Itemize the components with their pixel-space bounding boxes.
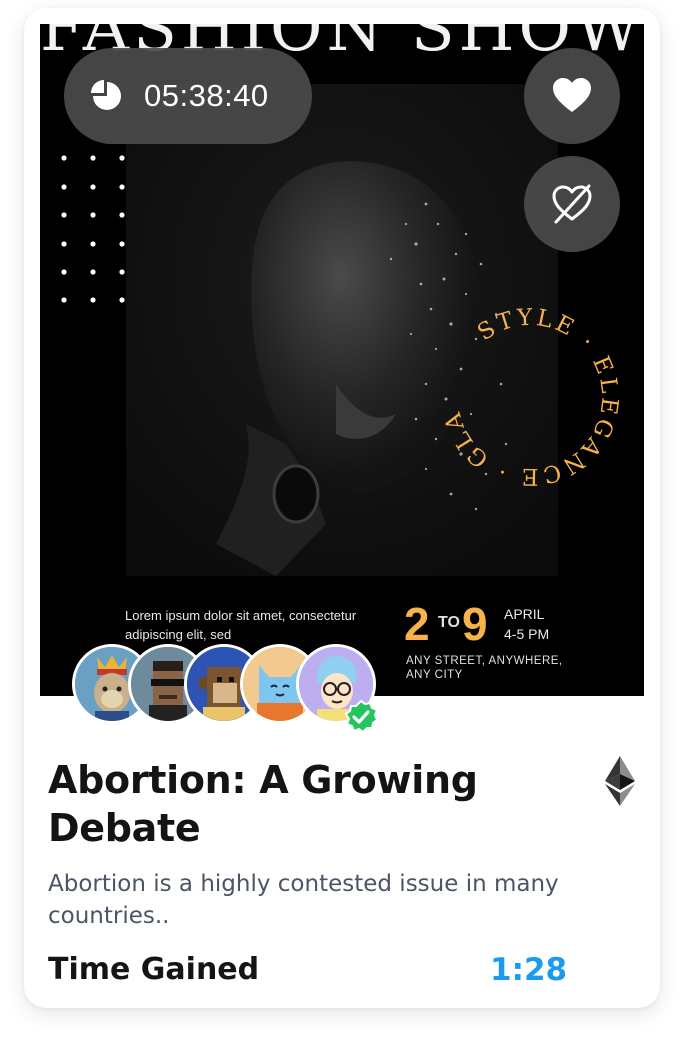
date-time: 4-5 PM	[504, 626, 550, 642]
arc-slogan: STYLE · ELEGANCE · GLAMOR ·	[435, 302, 622, 489]
time-gained-value: 1:28	[490, 952, 568, 988]
participant-avatars[interactable]	[72, 644, 392, 734]
verified-check-icon	[344, 700, 378, 734]
svg-text:STYLE · ELEGANCE · GLAMOR ·: STYLE · ELEGANCE · GLAMOR ·	[435, 302, 622, 489]
heart-icon	[553, 78, 591, 112]
poster-promo-text: Lorem ipsum dolor sit amet, consectetur …	[125, 608, 357, 642]
countdown-timer: 05:38:40	[64, 48, 312, 144]
dislike-button[interactable]	[524, 156, 620, 252]
date-month: APRIL	[504, 606, 545, 622]
venue: ANY STREET, ANYWHERE, ANY CITY	[406, 654, 606, 682]
like-button[interactable]	[524, 48, 620, 144]
date-to: TO	[438, 614, 460, 631]
time-gained-label: Time Gained	[48, 952, 260, 987]
date-month-time: APRIL 4-5 PM	[504, 604, 549, 644]
ethereum-icon	[605, 756, 635, 806]
card-title: Abortion: A Growing Debate	[48, 758, 478, 850]
arc-slogan-text: STYLE · ELEGANCE · GLAMOR ·	[435, 302, 619, 489]
venue-line-1: ANY STREET, ANYWHERE,	[406, 655, 563, 667]
venue-line-2: ANY CITY	[406, 669, 463, 681]
date-end: 9	[462, 598, 488, 650]
date-start: 2	[404, 598, 430, 650]
card-description: Abortion is a highly contested issue in …	[48, 871, 559, 929]
heart-crossed-icon	[552, 184, 592, 224]
dot-grid-decoration	[61, 155, 125, 303]
countdown-value: 05:38:40	[144, 78, 269, 113]
pie-clock-icon	[91, 80, 121, 110]
